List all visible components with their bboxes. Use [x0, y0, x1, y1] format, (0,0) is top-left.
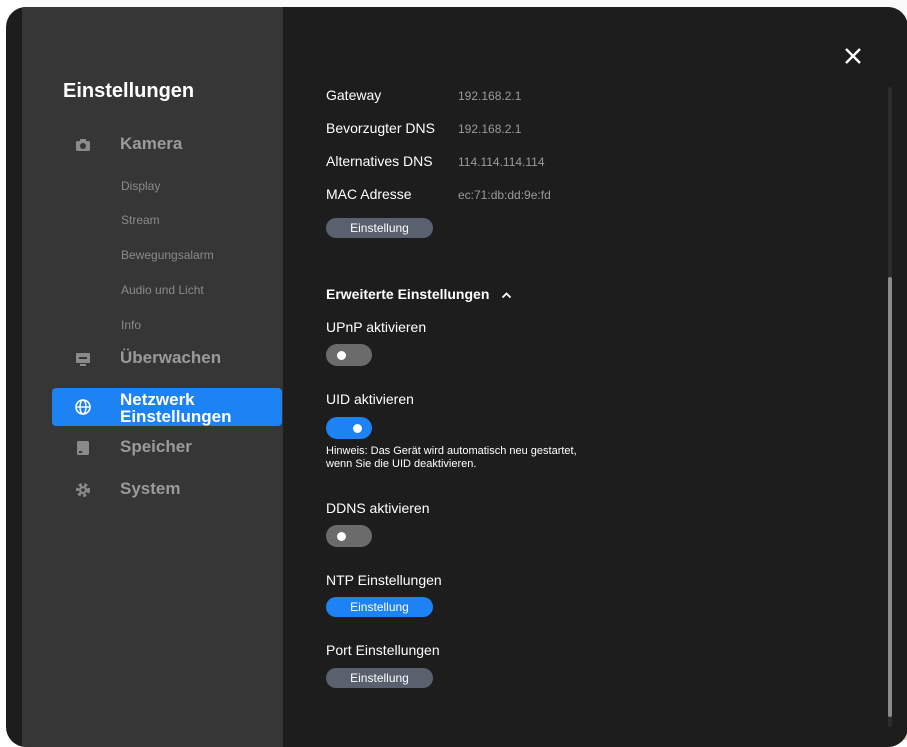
chevron-up-icon: [502, 292, 512, 299]
sidebar-item-speicher[interactable]: Speicher: [52, 431, 282, 467]
gateway-label: Gateway: [326, 87, 382, 103]
sidebar-item-label: System: [120, 479, 181, 498]
ddns-toggle[interactable]: [326, 525, 372, 547]
preferred-dns-label: Bevorzugter DNS: [326, 120, 435, 136]
preferred-dns-value: 192.168.2.1: [458, 122, 522, 136]
camera-icon: [76, 139, 90, 151]
sidebar-subitem-stream[interactable]: Stream: [121, 213, 160, 227]
port-settings-button[interactable]: Einstellung: [326, 668, 433, 688]
network-settings-content: Gateway 192.168.2.1 Bevorzugter DNS 192.…: [326, 7, 886, 747]
upnp-toggle[interactable]: [326, 344, 372, 366]
ntp-label: NTP Einstellungen: [326, 572, 442, 588]
toggle-knob: [353, 424, 362, 433]
settings-sidebar: Einstellungen Kamera Display Stream Bewe…: [22, 7, 283, 747]
monitor-icon: [76, 353, 90, 366]
alternative-dns-value: 114.114.114.114: [458, 155, 545, 169]
port-label: Port Einstellungen: [326, 642, 440, 658]
sidebar-item-system[interactable]: System: [52, 473, 282, 509]
uid-hint: Hinweis: Das Gerät wird automatisch neu …: [326, 445, 577, 470]
sidebar-item-label: Kamera: [120, 134, 183, 153]
settings-modal: Einstellungen Kamera Display Stream Bewe…: [6, 7, 907, 747]
storage-icon: [77, 441, 89, 455]
sidebar-item-kamera[interactable]: Kamera: [52, 128, 282, 164]
mac-address-label: MAC Adresse: [326, 186, 412, 202]
gateway-value: 192.168.2.1: [458, 89, 522, 103]
sidebar-item-label: Überwachen: [120, 348, 222, 367]
scrollbar-thumb[interactable]: [888, 277, 892, 717]
sidebar-subitem-audio-licht[interactable]: Audio und Licht: [121, 283, 204, 297]
gear-icon: [76, 483, 90, 497]
ip-settings-button[interactable]: Einstellung: [326, 218, 433, 238]
mac-address-value: ec:71:db:dd:9e:fd: [458, 188, 551, 202]
alternative-dns-label: Alternatives DNS: [326, 153, 433, 169]
sidebar-item-label: Netzwerk Einstellungen: [120, 390, 232, 426]
sidebar-subitem-info[interactable]: Info: [121, 318, 141, 332]
sidebar-title: Einstellungen: [63, 80, 195, 102]
sidebar-item-ueberwachen[interactable]: Überwachen: [52, 342, 282, 378]
advanced-settings-label: Erweiterte Einstellungen: [326, 286, 490, 302]
sidebar-subitem-display[interactable]: Display: [121, 179, 160, 193]
ntp-settings-button[interactable]: Einstellung: [326, 597, 433, 617]
globe-icon: [75, 399, 91, 415]
ddns-label: DDNS aktivieren: [326, 500, 430, 516]
toggle-knob: [337, 351, 346, 360]
upnp-label: UPnP aktivieren: [326, 319, 427, 335]
sidebar-item-netzwerk[interactable]: Netzwerk Einstellungen: [52, 388, 282, 426]
sidebar-item-label: Speicher: [120, 437, 192, 456]
toggle-knob: [337, 532, 346, 541]
uid-label: UID aktivieren: [326, 391, 414, 407]
uid-toggle[interactable]: [326, 417, 372, 439]
advanced-settings-title[interactable]: Erweiterte Einstellungen: [326, 286, 512, 302]
sidebar-subitem-bewegungsalarm[interactable]: Bewegungsalarm: [121, 248, 214, 262]
